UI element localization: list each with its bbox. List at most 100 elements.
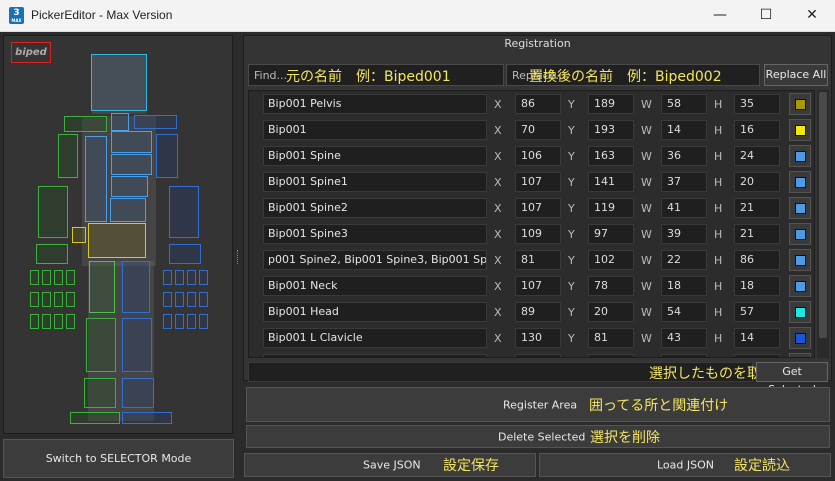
bone-row[interactable]: Bip001 Neck X 107 Y 78 W 18 H 18 bbox=[249, 273, 814, 299]
pick-l-clavicle[interactable] bbox=[134, 115, 177, 129]
pick-r-finger[interactable] bbox=[30, 314, 39, 329]
color-picker-button[interactable] bbox=[789, 275, 811, 297]
h-field[interactable]: 18 bbox=[734, 276, 780, 296]
close-button[interactable]: ✕ bbox=[789, 0, 835, 32]
bone-list[interactable]: Bip001 Pelvis X 86 Y 189 W 58 H 35 Bip001 X 70 Y 193 W… bbox=[248, 90, 815, 358]
y-field[interactable]: 193 bbox=[588, 120, 634, 140]
x-field[interactable]: 106 bbox=[515, 146, 561, 166]
pick-r-finger[interactable] bbox=[54, 314, 63, 329]
pick-r-clavicle[interactable] bbox=[64, 116, 107, 132]
w-field[interactable]: 22 bbox=[661, 250, 707, 270]
bone-name-field[interactable]: Bip001 Spine bbox=[263, 146, 487, 166]
bone-name-field[interactable]: Bip001 L Clavicle bbox=[263, 328, 487, 348]
pick-l-foot[interactable] bbox=[122, 378, 154, 408]
color-picker-button[interactable] bbox=[789, 119, 811, 141]
w-field[interactable]: 54 bbox=[661, 302, 707, 322]
x-field[interactable]: 107 bbox=[515, 276, 561, 296]
pick-l-upperarm[interactable] bbox=[156, 134, 178, 178]
maximize-button[interactable]: ☐ bbox=[743, 0, 789, 32]
pick-head[interactable] bbox=[91, 54, 147, 111]
pick-l-finger[interactable] bbox=[199, 270, 208, 285]
bone-name-field[interactable]: Bip001 Spine2 bbox=[263, 198, 487, 218]
w-field[interactable]: 18 bbox=[661, 276, 707, 296]
w-field[interactable]: 37 bbox=[661, 172, 707, 192]
pick-r-finger[interactable] bbox=[30, 292, 39, 307]
w-field[interactable] bbox=[661, 354, 707, 357]
pick-l-finger[interactable] bbox=[199, 314, 208, 329]
bone-name-field[interactable]: Bip001 Neck bbox=[263, 276, 487, 296]
pick-r-toe[interactable] bbox=[70, 412, 120, 424]
find-input[interactable]: Find... 元の名前 例：Biped001 bbox=[248, 64, 504, 86]
color-picker-button[interactable] bbox=[789, 171, 811, 193]
pick-r-finger[interactable] bbox=[42, 292, 51, 307]
y-field[interactable]: 102 bbox=[588, 250, 634, 270]
pick-r-finger[interactable] bbox=[42, 270, 51, 285]
bone-name-field[interactable]: Bip001 Spine1 bbox=[263, 172, 487, 192]
y-field[interactable]: 78 bbox=[588, 276, 634, 296]
y-field[interactable]: 141 bbox=[588, 172, 634, 192]
panel-splitter-handle[interactable] bbox=[237, 250, 239, 264]
pick-l-finger[interactable] bbox=[187, 270, 196, 285]
x-field[interactable] bbox=[515, 354, 561, 357]
pick-pelvis[interactable] bbox=[88, 223, 146, 258]
color-picker-button[interactable] bbox=[789, 223, 811, 245]
color-picker-button[interactable] bbox=[789, 301, 811, 323]
pick-r-hand[interactable] bbox=[36, 244, 68, 264]
y-field[interactable]: 81 bbox=[588, 328, 634, 348]
register-area-button[interactable]: Register Area 囲ってる所と関連付け bbox=[246, 387, 830, 422]
pick-l-thigh[interactable] bbox=[122, 261, 150, 313]
pick-r-forearm[interactable] bbox=[38, 186, 68, 238]
pick-l-finger[interactable] bbox=[187, 314, 196, 329]
pick-spine1[interactable] bbox=[111, 176, 148, 197]
load-json-button[interactable]: Load JSON 設定読込 bbox=[539, 453, 831, 477]
pick-r-thigh[interactable] bbox=[89, 261, 115, 313]
bone-row[interactable]: Bip001 Pelvis X 86 Y 189 W 58 H 35 bbox=[249, 91, 814, 117]
bone-name-field[interactable]: Bip001 bbox=[263, 120, 487, 140]
bone-row[interactable]: Bip001 X 70 Y 193 W 14 H 16 bbox=[249, 117, 814, 143]
pick-spine2[interactable] bbox=[111, 154, 152, 175]
y-field[interactable]: 20 bbox=[588, 302, 634, 322]
h-field[interactable]: 21 bbox=[734, 198, 780, 218]
pick-l-finger[interactable] bbox=[175, 292, 184, 307]
w-field[interactable]: 58 bbox=[661, 94, 707, 114]
w-field[interactable]: 41 bbox=[661, 198, 707, 218]
h-field[interactable]: 57 bbox=[734, 302, 780, 322]
pick-r-finger[interactable] bbox=[54, 270, 63, 285]
h-field[interactable]: 35 bbox=[734, 94, 780, 114]
bone-row[interactable]: Bip001 Spine1 X 107 Y 141 W 37 H 20 bbox=[249, 169, 814, 195]
h-field[interactable]: 16 bbox=[734, 120, 780, 140]
x-field[interactable]: 107 bbox=[515, 198, 561, 218]
h-field[interactable]: 86 bbox=[734, 250, 780, 270]
x-field[interactable]: 89 bbox=[515, 302, 561, 322]
color-picker-button[interactable] bbox=[789, 353, 811, 357]
pick-neck[interactable] bbox=[111, 113, 129, 131]
y-field[interactable] bbox=[588, 354, 634, 357]
pick-l-hand[interactable] bbox=[169, 244, 201, 264]
h-field[interactable]: 14 bbox=[734, 328, 780, 348]
y-field[interactable]: 163 bbox=[588, 146, 634, 166]
switch-mode-button[interactable]: Switch to SELECTOR Mode bbox=[3, 439, 234, 478]
color-picker-button[interactable] bbox=[789, 93, 811, 115]
replace-input[interactable]: Replace... 置換後の名前 例：Biped002 bbox=[506, 64, 760, 86]
bone-row[interactable]: Bip001 L Clavicle X 130 Y 81 W 43 H 14 bbox=[249, 325, 814, 351]
pick-l-finger[interactable] bbox=[175, 314, 184, 329]
x-field[interactable]: 81 bbox=[515, 250, 561, 270]
list-scrollbar-thumb[interactable] bbox=[819, 92, 827, 338]
bone-row[interactable]: Bip001 Spine2 X 107 Y 119 W 41 H 21 bbox=[249, 195, 814, 221]
bone-name-field[interactable] bbox=[263, 354, 487, 357]
h-field[interactable] bbox=[734, 354, 780, 357]
pick-l-finger[interactable] bbox=[163, 270, 172, 285]
color-picker-button[interactable] bbox=[789, 327, 811, 349]
x-field[interactable]: 130 bbox=[515, 328, 561, 348]
w-field[interactable]: 36 bbox=[661, 146, 707, 166]
pick-root[interactable] bbox=[72, 227, 86, 243]
x-field[interactable]: 107 bbox=[515, 172, 561, 192]
pick-spine[interactable] bbox=[110, 198, 146, 222]
replace-all-button[interactable]: Replace All bbox=[764, 64, 828, 86]
color-picker-button[interactable] bbox=[789, 145, 811, 167]
pick-l-forearm[interactable] bbox=[169, 186, 199, 238]
y-field[interactable]: 119 bbox=[588, 198, 634, 218]
w-field[interactable]: 43 bbox=[661, 328, 707, 348]
picker-canvas[interactable]: biped bbox=[3, 35, 233, 434]
bone-name-field[interactable]: p001 Spine2, Bip001 Spine3, Bip001 Spine bbox=[263, 250, 487, 270]
